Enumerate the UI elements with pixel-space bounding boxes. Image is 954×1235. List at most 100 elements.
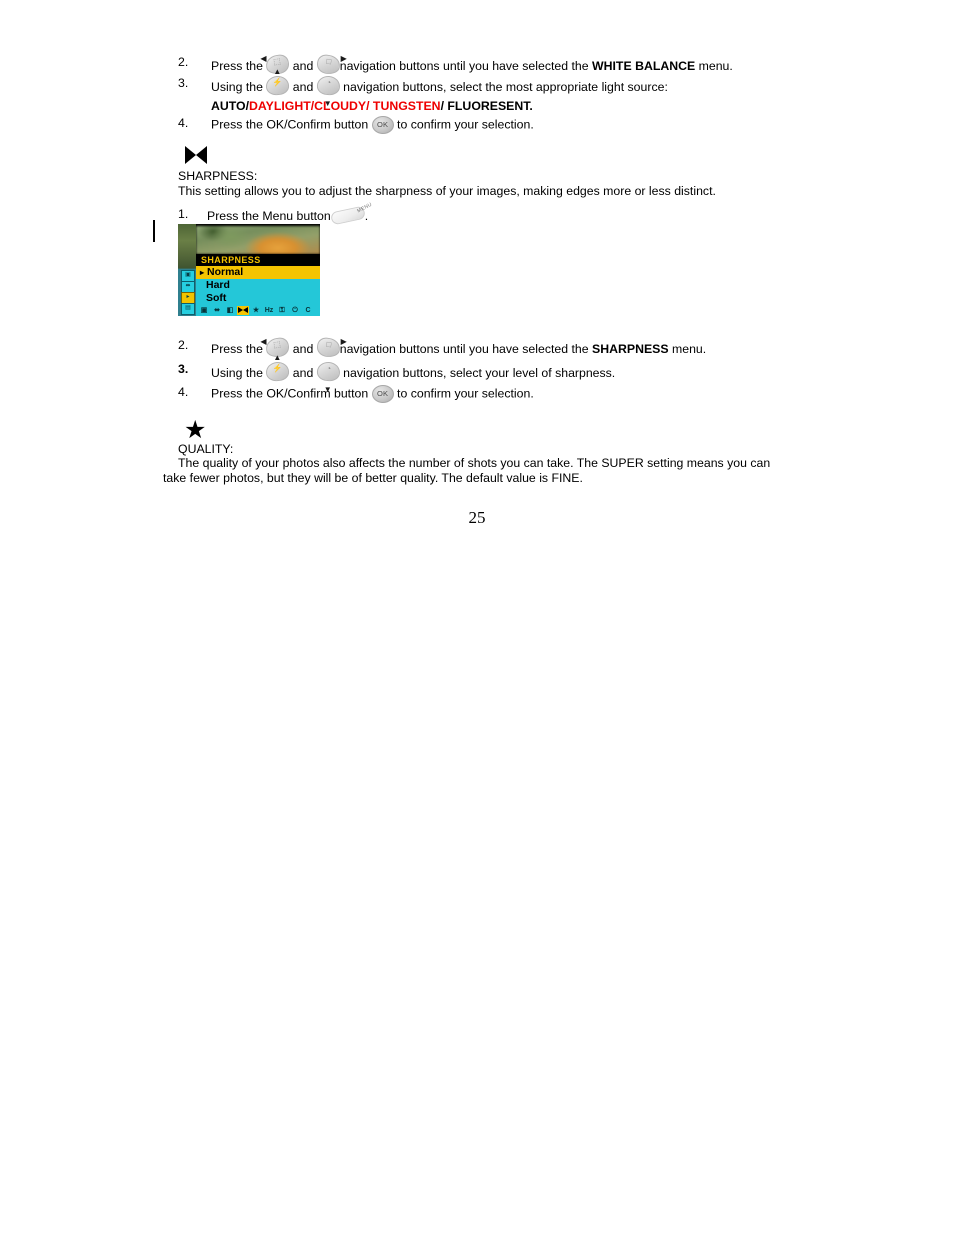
sharpness-step-3: 3. Using the ▲ ⚡ and ▼ ◔ navigation butt… [178, 354, 616, 394]
sharpness-step-4-text-before: Press the OK/Confirm button [211, 386, 369, 401]
wb-step-4-text-before: Press the OK/Confirm button [211, 117, 369, 132]
wb-options-red: DAYLIGHT/CLOUDY/ TUNGSTEN [249, 99, 441, 113]
wb-step-2-text-mid: and [292, 58, 314, 73]
sharpness-icon[interactable] [237, 306, 249, 315]
ok-confirm-button-icon[interactable]: OK [371, 116, 394, 134]
bowtie-icon [185, 146, 207, 164]
exposure-icon[interactable]: ⬌ [211, 306, 223, 315]
quality-title: QUALITY: [178, 442, 234, 456]
arrow-up-icon: ▲ [273, 353, 282, 362]
wb-step-4: 4. Press the OK/Confirm button OK to con… [178, 116, 534, 134]
right-key-body: □ [315, 53, 341, 76]
wb-step-3-text-after: navigation buttons, select the most appr… [343, 79, 668, 94]
arrow-right-icon: ▶ [340, 54, 347, 63]
wb-step-3-text-mid: and [292, 79, 314, 94]
wb-options-fluoresent: / FLUORESENT. [440, 99, 533, 113]
lock-icon[interactable]: ⚿ [276, 306, 288, 315]
sharpness-step-4-number: 4. [178, 385, 189, 399]
quality-paragraph-line-1: The quality of your photos also affects … [178, 456, 771, 470]
flash-up-navigation-button-icon[interactable]: ▲ ⚡ [265, 68, 291, 99]
arrow-up-icon: ▲ [273, 67, 282, 76]
sharpness-step-3-number: 3. [178, 362, 189, 376]
sharpness-step-2-text-mid: and [292, 341, 314, 356]
wb-step-4-number: 4. [178, 116, 189, 130]
sharpness-step-3-text-after: navigation buttons, select your level of… [343, 365, 616, 380]
arrow-right-icon: ▶ [340, 337, 347, 346]
wb-step-3-text-before: Using the [211, 79, 263, 94]
timer-down-navigation-button-icon[interactable]: ▼ ◔ [316, 361, 341, 394]
right-key-glyph: □ [325, 339, 332, 350]
image-size-icon[interactable]: ▣ [198, 306, 210, 315]
lcd-menu-option-soft[interactable]: Soft [196, 292, 320, 305]
timer-down-navigation-button-icon[interactable]: ▼ ◔ [316, 75, 341, 108]
sharpness-step-3-text-mid: and [292, 365, 314, 380]
manual-page: 2. Press the ◀ ⬚ and ▶ □ navigation butt… [0, 0, 954, 1235]
sharpness-step-2: 2. Press the ◀ ⬚ and ▶ □ navigation butt… [178, 336, 707, 361]
sharpness-bowtie-glyph [238, 307, 248, 314]
language-icon[interactable]: C [302, 306, 314, 315]
frequency-hz-icon[interactable]: Hz [263, 306, 275, 315]
page-number: 25 [468, 508, 486, 527]
right-navigation-button-icon[interactable]: ▶ □ [315, 336, 347, 361]
sharpness-step-2-number: 2. [178, 338, 189, 352]
wb-options-auto: AUTO/ [211, 99, 250, 113]
wb-step-2: 2. Press the ◀ ⬚ and ▶ □ navigation butt… [178, 53, 733, 78]
sharpness-step-2-text-before: Press the [211, 341, 263, 356]
power-icon[interactable]: ⏻ [289, 306, 301, 315]
wb-step-2-number: 2. [178, 55, 189, 69]
sharpness-step-4: 4. Press the OK/Confirm button OK to con… [178, 385, 534, 403]
timer-key-body: ◔ [316, 361, 341, 382]
flash-up-navigation-button-icon[interactable]: ▲ ⚡ [265, 354, 291, 385]
camera-body-rail: ▣ ⬌ ▸ ▤ [178, 224, 196, 316]
quality-star-icon[interactable]: ★ [250, 306, 262, 315]
flash-key-body: ⚡ [265, 361, 291, 382]
sharpness-description: This setting allows you to adjust the sh… [178, 184, 716, 198]
sharpness-step-1-text-before: Press the Menu button [207, 209, 331, 223]
quality-section-icon: ★ [184, 418, 206, 443]
lcd-menu-option-normal-label: Normal [207, 266, 244, 278]
star-icon: ★ [184, 416, 207, 444]
sharpness-step-3-text-before: Using the [211, 365, 263, 380]
ok-confirm-button-icon[interactable]: OK [371, 385, 394, 403]
timer-key-glyph: ◔ [325, 363, 332, 374]
lcd-selection-caret-icon: ▸ [200, 268, 205, 277]
lcd-screen: SHARPNESS ▸ Normal Hard Soft ▣ ⬌ ◧ ★ Hz ⚿ [196, 224, 320, 316]
wb-step-3: 3. Using the ▲ ⚡ and ▼ ◔ navigation butt… [178, 68, 668, 114]
wb-step-2-text-after: navigation buttons until you have select… [339, 58, 589, 73]
revision-change-bar [153, 220, 155, 242]
quality-paragraph-line-2: take fewer photos, but they will be of b… [163, 471, 583, 485]
lcd-preview-photo [196, 226, 320, 254]
sharpness-step-2-text-after: navigation buttons until you have select… [339, 341, 589, 356]
left-key-glyph: ⬚ [273, 339, 282, 350]
sharpness-step-1-number: 1. [178, 207, 189, 221]
wb-step-2-emphasis: WHITE BALANCE [592, 58, 696, 73]
lcd-menu-title: SHARPNESS [196, 254, 320, 266]
flash-key-glyph: ⚡ [272, 363, 283, 374]
wb-step-4-text-after: to confirm your selection. [397, 117, 534, 132]
lcd-menu-option-normal[interactable]: ▸ Normal [196, 266, 320, 279]
lcd-menu-option-hard-label: Hard [206, 279, 230, 291]
flash-key-body: ⚡ [265, 75, 291, 96]
sharpness-title: SHARPNESS: [178, 169, 258, 183]
right-navigation-button-icon[interactable]: ▶ □ [315, 53, 347, 78]
wb-step-3-number: 3. [178, 76, 189, 90]
timer-key-glyph: ◔ [325, 77, 332, 88]
sharpness-section-icon [185, 146, 207, 164]
sharpness-step-1: 1. Press the Menu button MENU . [178, 202, 373, 226]
lcd-menu-option-hard[interactable]: Hard [196, 279, 320, 292]
arrow-down-icon: ▼ [323, 99, 332, 108]
right-key-glyph: □ [325, 56, 332, 67]
lcd-status-bar: ▣ ⬌ ◧ ★ Hz ⚿ ⏻ C [196, 305, 320, 316]
wb-step-2-text-end: menu. [698, 58, 733, 73]
menu-button-icon[interactable]: MENU [329, 202, 373, 226]
wb-step-2-text-before: Press the [211, 58, 263, 73]
right-key-body: □ [315, 336, 341, 359]
camera-lcd-figure: ▣ ⬌ ▸ ▤ SHARPNESS ▸ Normal Hard Soft ▣ ⬌ … [178, 224, 320, 316]
white-balance-icon[interactable]: ◧ [224, 306, 236, 315]
timer-key-body: ◔ [316, 75, 341, 96]
rail-icon-4: ▤ [181, 303, 195, 315]
sharpness-step-2-emphasis: SHARPNESS [592, 341, 669, 356]
sharpness-step-2-text-end: menu. [672, 341, 707, 356]
flash-key-glyph: ⚡ [272, 77, 283, 88]
sharpness-step-4-text-after: to confirm your selection. [397, 386, 534, 401]
